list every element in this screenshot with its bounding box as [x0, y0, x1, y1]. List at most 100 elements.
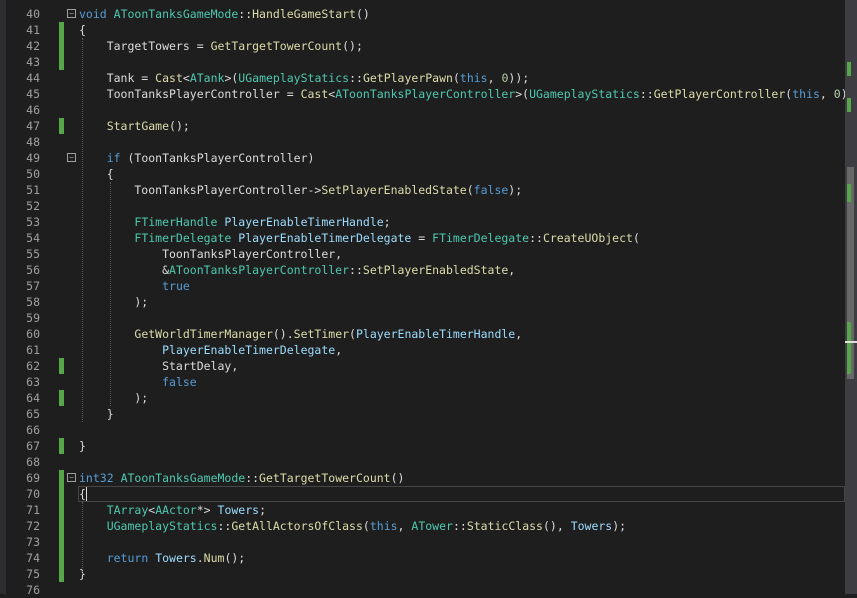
code-line[interactable]: 44 Tank = Cast<ATank>(UGameplayStatics::…: [0, 70, 845, 86]
code-line[interactable]: 56 &AToonTanksPlayerController::SetPlaye…: [0, 262, 845, 278]
code-line[interactable]: 63 false: [0, 374, 845, 390]
code-token: int32: [79, 471, 114, 485]
code-text[interactable]: TArray<AActor*> Towers;: [79, 502, 266, 518]
code-line[interactable]: 62 StartDelay,: [0, 358, 845, 374]
code-token: AToonTanksPlayerController: [335, 87, 516, 101]
code-token: ::: [245, 471, 260, 485]
text-caret: [86, 487, 87, 501]
code-line[interactable]: 58 );: [0, 294, 845, 310]
code-text[interactable]: }: [79, 438, 86, 454]
code-text[interactable]: false: [79, 374, 197, 390]
code-line[interactable]: 61 PlayerEnableTimerDelegate,: [0, 342, 845, 358]
code-token: ::: [349, 71, 363, 85]
code-line[interactable]: 72 UGameplayStatics::GetAllActorsOfClass…: [0, 518, 845, 534]
code-token: PlayerEnableTimerHandle: [224, 215, 384, 229]
code-line[interactable]: 76: [0, 582, 845, 598]
code-line[interactable]: 74 return Towers.Num();: [0, 550, 845, 566]
code-token: Towers: [217, 503, 260, 517]
code-line[interactable]: 66: [0, 422, 845, 438]
code-text[interactable]: ToonTanksPlayerController = Cast<AToonTa…: [79, 86, 857, 102]
code-line[interactable]: 55 ToonTanksPlayerController,: [0, 246, 845, 262]
code-token: Num: [203, 551, 225, 565]
code-line[interactable]: 47 StartGame();: [0, 118, 845, 134]
code-text[interactable]: Tank = Cast<ATank>(UGameplayStatics::Get…: [79, 70, 529, 86]
code-line[interactable]: 50 {: [0, 166, 845, 182]
code-text[interactable]: ToonTanksPlayerController->SetPlayerEnab…: [79, 182, 522, 198]
line-number: 54: [26, 231, 40, 245]
code-editor[interactable]: 40− void AToonTanksGameMode::HandleGameSt…: [0, 0, 857, 597]
line-number: 73: [26, 535, 40, 549]
code-text[interactable]: PlayerEnableTimerDelegate,: [79, 342, 342, 358]
code-line[interactable]: 43: [0, 54, 845, 70]
code-token: );: [79, 295, 149, 309]
code-text[interactable]: StartDelay,: [79, 358, 238, 374]
code-line[interactable]: 60 GetWorldTimerManager().SetTimer(Playe…: [0, 326, 845, 342]
code-token: {: [79, 487, 86, 501]
code-token: &: [79, 263, 170, 277]
code-text[interactable]: true: [79, 278, 190, 294]
code-line[interactable]: 49 − if (ToonTanksPlayerController): [0, 150, 845, 166]
code-line[interactable]: 71 TArray<AActor*> Towers;: [0, 502, 845, 518]
code-text[interactable]: );: [79, 390, 148, 406]
code-line[interactable]: 45 ToonTanksPlayerController = Cast<AToo…: [0, 86, 857, 102]
code-text[interactable]: GetWorldTimerManager().SetTimer(PlayerEn…: [79, 326, 522, 342]
code-line[interactable]: 48: [0, 134, 845, 150]
code-text[interactable]: {: [79, 22, 86, 38]
code-token: (): [390, 471, 405, 485]
code-text[interactable]: if (ToonTanksPlayerController): [79, 150, 315, 166]
code-token: );: [79, 391, 149, 405]
code-line[interactable]: 69 − int32 AToonTanksGameMode::GetTargetTo…: [0, 470, 845, 486]
code-line[interactable]: 53 FTimerHandle PlayerEnableTimerHandle;: [0, 214, 845, 230]
code-token: GetAllActorsOfClass: [231, 519, 363, 533]
code-text[interactable]: StartGame();: [79, 118, 190, 134]
code-text[interactable]: }: [79, 406, 114, 422]
code-line[interactable]: 65 }: [0, 406, 845, 422]
code-text[interactable]: int32 AToonTanksGameMode::GetTargetTower…: [79, 470, 404, 486]
line-number: 70: [26, 487, 40, 501]
code-line[interactable]: 59: [0, 310, 845, 326]
line-number: 76: [26, 583, 40, 597]
code-token: UGameplayStatics: [529, 87, 640, 101]
code-text[interactable]: &AToonTanksPlayerController::SetPlayerEn…: [79, 262, 515, 278]
code-line[interactable]: 52: [0, 198, 845, 214]
code-line[interactable]: 42 TargetTowers = GetTargetTowerCount();: [0, 38, 845, 54]
change-marker: [59, 486, 64, 502]
code-text[interactable]: UGameplayStatics::GetAllActorsOfClass(th…: [79, 518, 626, 534]
code-line[interactable]: 41 {: [0, 22, 845, 38]
code-token: >(: [224, 71, 239, 85]
code-token: =: [411, 231, 433, 245]
code-line[interactable]: 68: [0, 454, 845, 470]
code-text[interactable]: FTimerDelegate PlayerEnableTimerDelegate…: [79, 230, 640, 246]
code-line[interactable]: 75}: [0, 566, 845, 582]
line-number: 43: [26, 55, 40, 69]
code-text[interactable]: return Towers.Num();: [79, 550, 246, 566]
code-token: ToonTanksPlayerController =: [79, 87, 301, 101]
code-text[interactable]: ToonTanksPlayerController,: [79, 246, 342, 262]
code-text[interactable]: );: [79, 294, 148, 310]
collapse-icon[interactable]: −: [67, 9, 76, 18]
code-line[interactable]: 70 {: [0, 486, 845, 502]
code-token: ::: [217, 519, 232, 533]
code-text[interactable]: FTimerHandle PlayerEnableTimerHandle;: [79, 214, 390, 230]
change-marker: [59, 566, 64, 582]
collapse-icon[interactable]: −: [67, 153, 76, 162]
code-line[interactable]: 54 FTimerDelegate PlayerEnableTimerDeleg…: [0, 230, 845, 246]
code-line[interactable]: 46: [0, 102, 845, 118]
code-text[interactable]: void AToonTanksGameMode::HandleGameStart…: [79, 6, 370, 22]
code-text[interactable]: {: [79, 166, 114, 182]
code-line[interactable]: 40 − void AToonTanksGameMode::HandleGameSt…: [0, 6, 845, 22]
code-token: (: [349, 327, 356, 341]
code-text[interactable]: {: [79, 486, 86, 502]
code-token: }: [79, 439, 86, 453]
code-line[interactable]: 73: [0, 534, 845, 550]
collapse-icon[interactable]: −: [67, 473, 76, 482]
code-line[interactable]: 51 ToonTanksPlayerController->SetPlayerE…: [0, 182, 845, 198]
code-line[interactable]: 64 );: [0, 390, 845, 406]
line-number: 66: [26, 423, 40, 437]
code-line[interactable]: 67}: [0, 438, 845, 454]
code-line[interactable]: 57 true: [0, 278, 845, 294]
code-text[interactable]: TargetTowers = GetTargetTowerCount();: [79, 38, 363, 54]
